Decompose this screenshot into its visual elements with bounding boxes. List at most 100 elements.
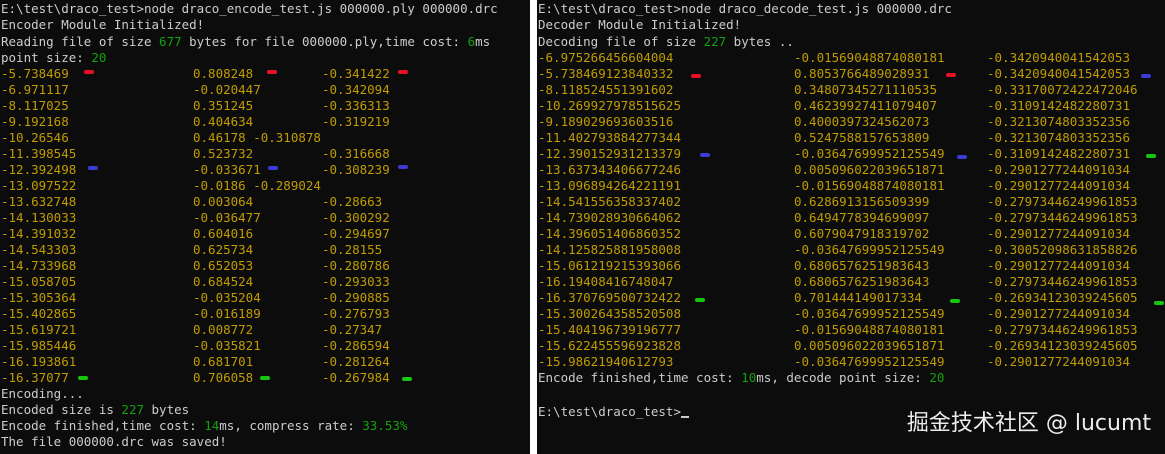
coordinate-value: -0.2901277244091034 <box>987 226 1130 241</box>
blue-marker <box>268 166 278 170</box>
coordinate-value: 0.4000397324562073 <box>794 114 930 129</box>
coordinate-value: -11.402793884277344 <box>538 130 681 145</box>
coordinate-value: 0.684524 <box>193 274 254 289</box>
coordinate-value: -0.2901277244091034 <box>987 258 1130 273</box>
coordinate-value: -0.3213074803352356 <box>987 130 1130 145</box>
coordinate-value: -15.622455596923828 <box>538 338 681 353</box>
read-file-line: Reading file of size 677 bytes for file … <box>1 34 490 50</box>
file-saved-message: The file 000000.drc was saved! <box>1 434 227 449</box>
coordinate-value: -0.286594 <box>322 338 390 353</box>
blue-marker <box>88 166 98 170</box>
coordinate-value: -0.03647699952125549 <box>794 354 945 369</box>
coordinate-value: -0.03647699952125549 <box>794 242 945 257</box>
coordinate-value: 0.625734 <box>193 242 254 257</box>
coordinate-value: -15.404196739196777 <box>538 322 681 337</box>
coordinate-value: -0.036477 <box>193 210 261 225</box>
coordinate-value: -0.0186 -0.289024 <box>193 178 321 193</box>
coordinate-value: -0.341422 <box>322 66 390 81</box>
coordinate-value: -0.30052098631858826 <box>987 242 1138 257</box>
coordinate-value: -15.058705 <box>1 274 77 289</box>
encoded-size-prefix: Encoded size is <box>1 402 122 417</box>
coordinate-value: -15.305364 <box>1 290 77 305</box>
read-mid: bytes for file 000000.ply,time cost: <box>181 34 468 49</box>
coordinate-value: -14.130033 <box>1 210 77 225</box>
coordinate-value: -0.290885 <box>322 290 390 305</box>
coordinate-value: -16.37077 <box>1 370 69 385</box>
coordinate-value: -14.396051406860352 <box>538 226 681 241</box>
coordinate-value: 0.404634 <box>193 114 254 129</box>
coordinate-value: -8.118524551391602 <box>538 82 674 97</box>
coordinate-value: -0.316668 <box>322 146 390 161</box>
encode-time-value: 14 <box>204 418 220 433</box>
coordinate-value: -9.192168 <box>1 114 69 129</box>
coordinate-value: 0.523732 <box>193 146 254 161</box>
coordinate-value: -0.276793 <box>322 306 390 321</box>
coordinate-value: -9.189029693603516 <box>538 114 674 129</box>
coordinate-value: -0.2901277244091034 <box>987 162 1130 177</box>
coordinate-value: -0.3213074803352356 <box>987 114 1130 129</box>
coordinate-value: -14.739028930664062 <box>538 210 681 225</box>
coordinate-value: -13.097522 <box>1 178 77 193</box>
encode-finished-line: Encode finished,time cost: 14ms, compres… <box>1 418 407 434</box>
coordinate-value: -0.2901277244091034 <box>987 354 1130 369</box>
coordinate-value: -5.738469123840332 <box>538 66 674 81</box>
coordinate-value: -0.280786 <box>322 258 390 273</box>
decode-finished-prefix: Encode finished,time cost: <box>538 370 742 385</box>
coordinate-value: -0.281264 <box>322 354 390 369</box>
watermark-text: 掘金技术社区 @ lucumt <box>906 411 1151 436</box>
coordinate-value: 0.5247588157653809 <box>794 130 930 145</box>
coordinate-value: -0.035821 <box>193 338 261 353</box>
encoder-terminal-pane[interactable]: E:\test\draco_test>node draco_encode_tes… <box>0 0 530 454</box>
coordinate-value: -0.016189 <box>193 306 261 321</box>
coordinate-value: -15.985446 <box>1 338 77 353</box>
encode-command-line: E:\test\draco_test>node draco_encode_tes… <box>1 1 498 16</box>
coordinate-value: 0.6806576251983643 <box>794 274 930 289</box>
blue-marker <box>398 165 408 169</box>
decoder-init-message: Decoder Module Initialized! <box>538 17 742 32</box>
coordinate-value: -0.27973446249961853 <box>987 274 1138 289</box>
encode-finished-prefix: Encode finished,time cost: <box>1 418 205 433</box>
decode-command-line: E:\test\draco_test>node draco_decode_tes… <box>538 1 952 16</box>
coordinate-value: 0.003064 <box>193 194 254 209</box>
coordinate-value: -5.738469 <box>1 66 69 81</box>
decode-prefix: Decoding file of size <box>538 34 704 49</box>
decode-point-size-value: 20 <box>929 370 945 385</box>
coordinate-value: -8.117025 <box>1 98 69 113</box>
blue-marker <box>957 155 967 159</box>
coordinate-value: -0.03647699952125549 <box>794 146 945 161</box>
encoding-status: Encoding... <box>1 386 84 401</box>
encode-finished-mid: ms, compress rate: <box>219 418 363 433</box>
decoder-terminal-pane[interactable]: E:\test\draco_test>node draco_decode_tes… <box>537 0 1165 454</box>
decoding-file-line: Decoding file of size 227 bytes .. <box>538 34 794 50</box>
coordinate-value: -12.390152931213379 <box>538 146 681 161</box>
green-marker <box>260 376 270 380</box>
coordinate-value: -0.2901277244091034 <box>987 178 1130 193</box>
coordinate-value: -0.308239 <box>322 162 390 177</box>
coordinate-value: -0.01569048874080181 <box>794 322 945 337</box>
coordinate-value: -0.27347 <box>322 322 383 337</box>
coordinate-value: -0.342094 <box>322 82 390 97</box>
point-size-prefix: point size: <box>1 50 92 65</box>
point-size-line: point size: 20 <box>1 50 106 66</box>
green-marker <box>78 376 88 380</box>
coordinate-value: -12.392498 <box>1 162 77 177</box>
coordinate-value: 0.005096022039651871 <box>794 162 945 177</box>
read-suffix: ms <box>475 34 491 49</box>
green-marker <box>1154 301 1164 305</box>
coordinate-value: -16.19408416748047 <box>538 274 674 289</box>
coordinate-value: -11.398545 <box>1 146 77 161</box>
decode-finished-mid: ms, decode point size: <box>756 370 930 385</box>
coordinate-value: -0.267984 <box>322 370 390 385</box>
coordinate-value: 0.6494778394699097 <box>794 210 930 225</box>
coordinate-value: -16.193861 <box>1 354 77 369</box>
command-prompt[interactable]: E:\test\draco_test> <box>538 404 689 420</box>
coordinate-value: -0.28663 <box>322 194 383 209</box>
coordinate-value: -10.26546 <box>1 130 69 145</box>
coordinate-value: 0.34807345271110535 <box>794 82 937 97</box>
coordinate-value: 0.46178 -0.310878 <box>193 130 321 145</box>
coordinate-value: 0.8053766489028931 <box>794 66 930 81</box>
coordinate-value: -15.98621940612793 <box>538 354 674 369</box>
coordinate-value: -0.319219 <box>322 114 390 129</box>
green-marker <box>950 299 960 303</box>
coordinate-value: -0.33170072422472046 <box>987 82 1138 97</box>
